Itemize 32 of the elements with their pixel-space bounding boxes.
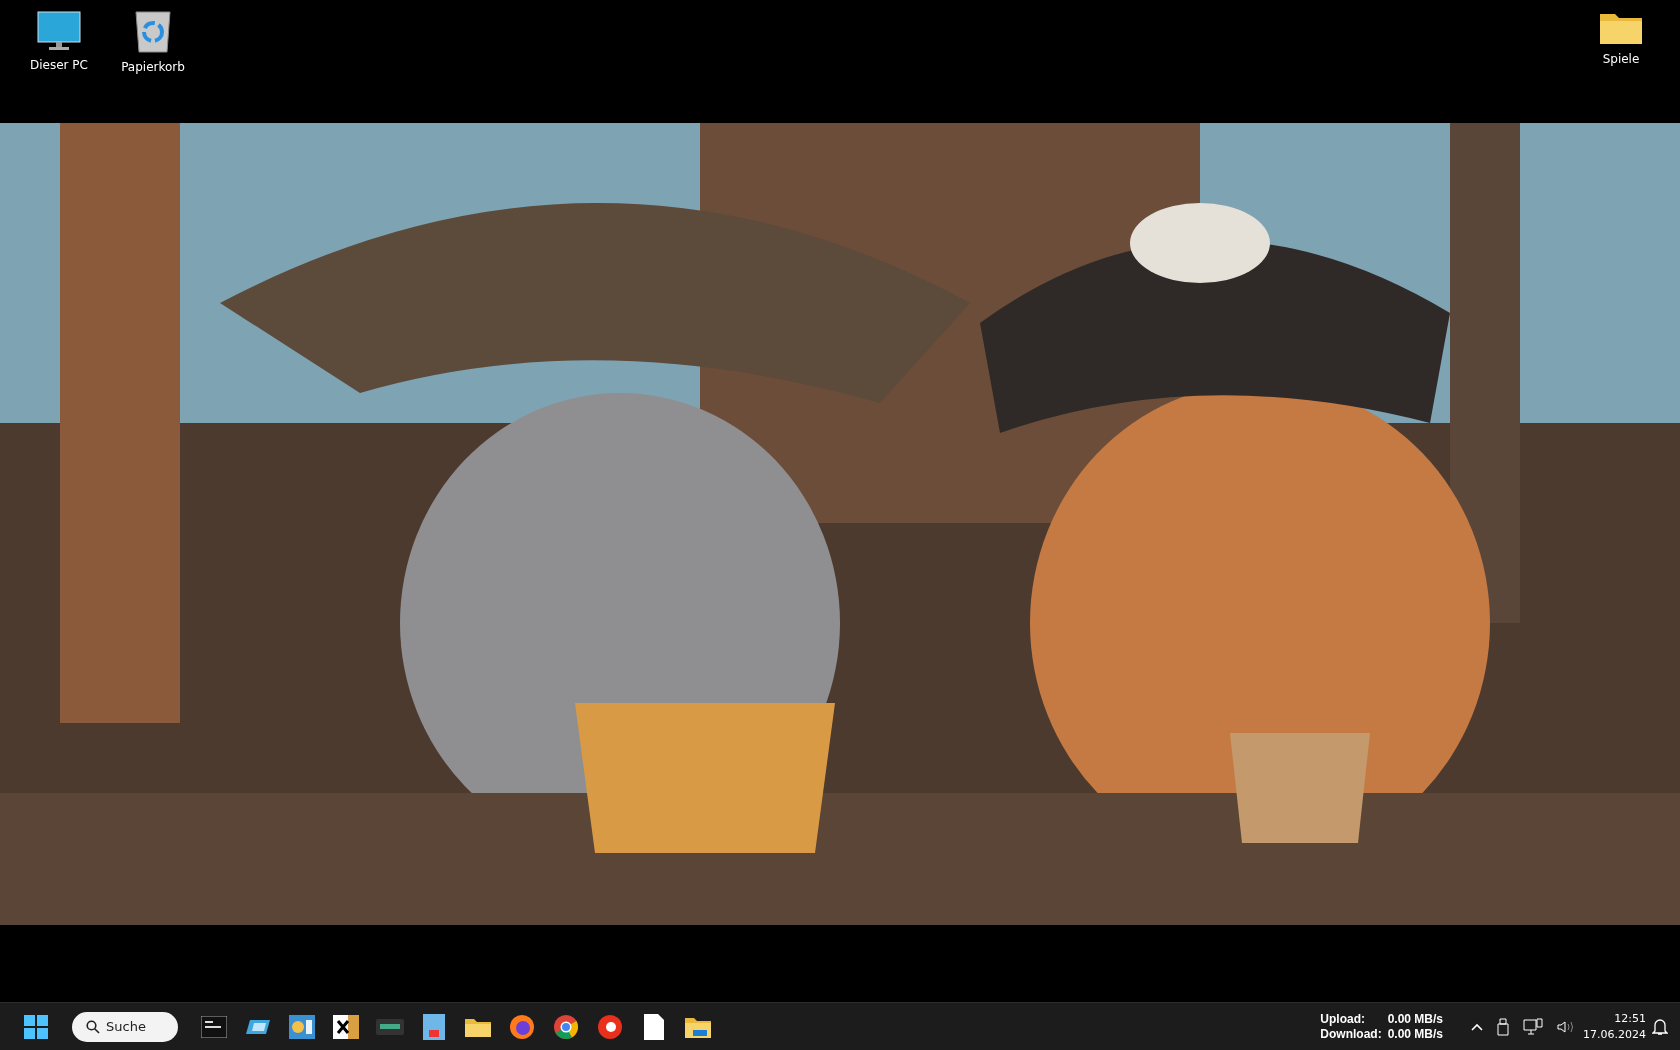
desktop-shortcut[interactable]: Papierkorb xyxy=(112,0,194,123)
network-monitor-icon[interactable] xyxy=(1523,1017,1543,1036)
recycle-bin-icon xyxy=(134,10,172,54)
id-card-icon[interactable] xyxy=(423,1013,445,1040)
download-speed: 0.00 MB/s xyxy=(1387,1026,1443,1042)
shortcut-label: Dieser PC xyxy=(30,58,88,72)
speaker-icon[interactable] xyxy=(1557,1019,1575,1034)
clock-time: 12:51 xyxy=(1614,1010,1646,1027)
search-icon xyxy=(86,1019,100,1034)
clock[interactable]: 12:51 17.06.2024 xyxy=(1583,1010,1646,1043)
browser-icon[interactable] xyxy=(553,1013,579,1040)
document-icon[interactable] xyxy=(644,1013,664,1040)
window-icon[interactable] xyxy=(246,1017,270,1036)
download-label: Download: xyxy=(1320,1026,1382,1042)
desktop-shortcut[interactable]: Dieser PC xyxy=(18,0,100,123)
chart-icon[interactable] xyxy=(289,1014,315,1039)
hex-editor-icon[interactable] xyxy=(333,1014,359,1039)
upload-speed: 0.00 MB/s xyxy=(1387,1011,1443,1027)
windows-start-icon[interactable] xyxy=(24,1014,48,1039)
shortcut-label: Papierkorb xyxy=(121,60,185,74)
file-explorer-icon[interactable] xyxy=(685,1015,711,1038)
shortcut-label: Spiele xyxy=(1602,52,1640,66)
upload-label: Upload: xyxy=(1320,1011,1366,1027)
folder-icon[interactable] xyxy=(465,1016,491,1037)
desktop-shortcut[interactable]: Spiele xyxy=(1580,0,1662,123)
usb-drive-icon[interactable] xyxy=(1497,1017,1509,1036)
notification-bell-icon[interactable] xyxy=(1652,1017,1668,1036)
chevron-up-icon[interactable] xyxy=(1471,1022,1483,1031)
clock-date: 17.06.2024 xyxy=(1583,1026,1646,1043)
terminal-icon[interactable] xyxy=(201,1015,227,1038)
search-button[interactable]: Suche xyxy=(72,1011,178,1042)
monitor-icon xyxy=(36,10,82,52)
